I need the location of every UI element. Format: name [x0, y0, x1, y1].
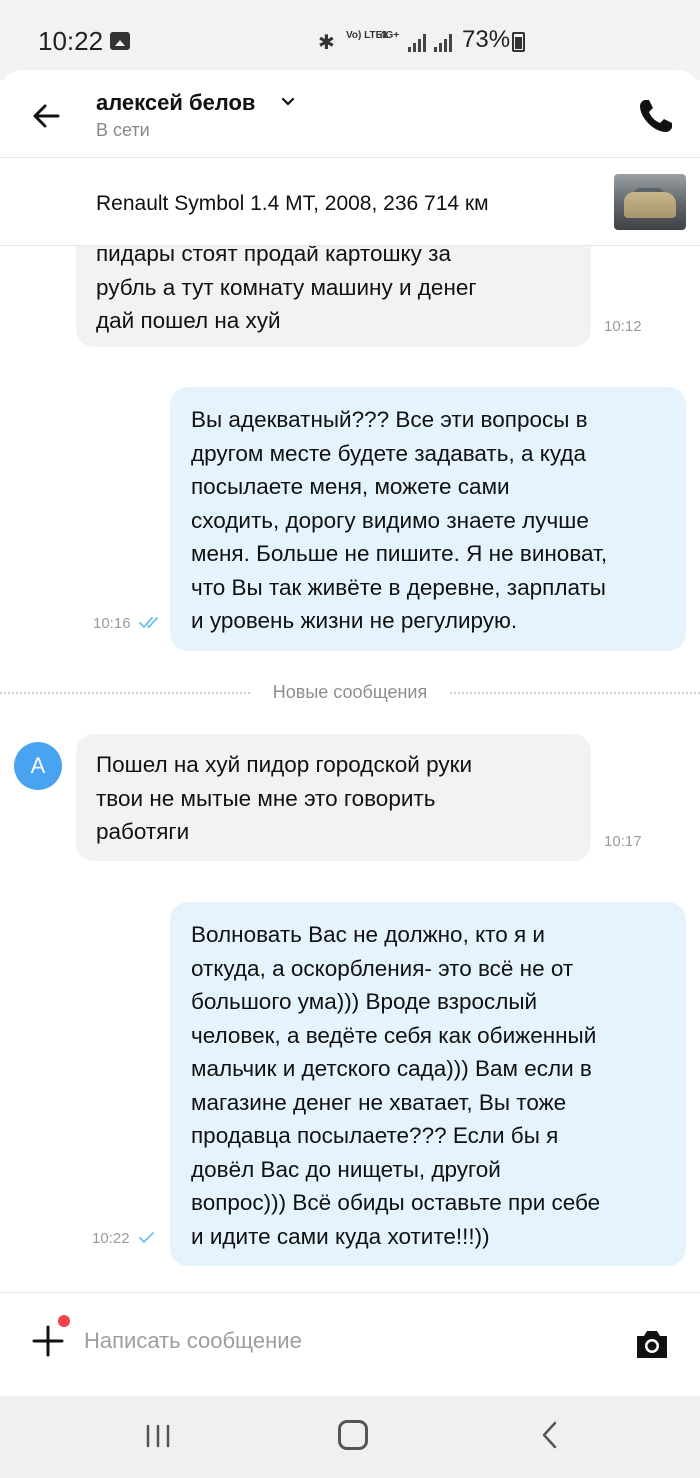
message-incoming[interactable]: Пошел на хуй пидор городской руки твои н…	[76, 734, 642, 861]
avatar-letter: А	[30, 753, 46, 778]
arrow-left-icon	[33, 104, 60, 128]
message-text: Пошел на хуй пидор городской руки твои н…	[96, 752, 473, 844]
call-button[interactable]	[636, 96, 676, 136]
home-icon[interactable]	[338, 1420, 368, 1450]
message-time: 10:16	[93, 615, 131, 632]
signal-strength-icon	[408, 34, 430, 52]
message-time: 10:12	[604, 318, 642, 335]
4g-indicator: 4G+	[380, 30, 400, 41]
listing-thumbnail[interactable]	[614, 174, 686, 230]
plus-icon	[32, 1325, 64, 1357]
message-incoming[interactable]: пидары стоят продай картошку за рубль а …	[76, 246, 642, 347]
system-nav-bar	[0, 1396, 700, 1478]
message-outgoing[interactable]: Вы адекватный??? Все эти вопросы в друго…	[170, 387, 686, 651]
status-bar: 10:22 ✱ Vo) LTE1 4G+ 73%	[0, 0, 700, 80]
message-outgoing[interactable]: Волновать Вас не должно, кто я и откуда,…	[170, 902, 686, 1266]
sent-check-icon	[139, 1232, 154, 1244]
presence-status: В сети	[96, 120, 150, 140]
listing-bar[interactable]: Renault Symbol 1.4 MT, 2008, 236 714 км	[0, 158, 700, 246]
message-time: 10:22	[92, 1230, 130, 1247]
message-text: Вы адекватный??? Все эти вопросы в друго…	[191, 407, 608, 633]
signal-strength-icon-2	[434, 34, 456, 52]
avatar[interactable]: А	[14, 742, 62, 790]
read-receipt-icon	[139, 617, 158, 629]
chat-header: алексей белов В сети	[0, 70, 700, 158]
recent-apps-icon[interactable]	[144, 1424, 172, 1448]
attach-button[interactable]	[30, 1323, 66, 1359]
battery-icon	[512, 32, 525, 52]
message-text: пидары стоят продай картошку за рубль а …	[96, 246, 477, 333]
battery-percent: 73%	[462, 26, 511, 53]
message-composer	[0, 1292, 700, 1396]
nav-back-icon[interactable]	[538, 1420, 562, 1450]
message-input[interactable]	[84, 1323, 604, 1359]
chevron-down-icon[interactable]	[280, 94, 296, 110]
new-messages-divider: Новые сообщения	[0, 682, 700, 702]
divider-label: Новые сообщения	[260, 682, 440, 702]
listing-title[interactable]: Renault Symbol 1.4 MT, 2008, 236 714 км	[96, 192, 489, 216]
notification-dot	[58, 1315, 70, 1327]
message-list[interactable]: пидары стоят продай картошку за рубль а …	[0, 246, 700, 1292]
contact-name[interactable]: алексей белов	[96, 90, 255, 116]
back-button[interactable]	[28, 98, 64, 134]
gallery-notification-icon	[110, 32, 130, 50]
message-time: 10:17	[604, 833, 642, 850]
camera-button[interactable]	[634, 1327, 670, 1361]
camera-icon	[637, 1331, 667, 1358]
bluetooth-icon: ✱	[318, 32, 335, 54]
status-time: 10:22	[38, 26, 104, 56]
phone-icon	[640, 100, 672, 132]
message-text: Волновать Вас не должно, кто я и откуда,…	[191, 922, 601, 1249]
